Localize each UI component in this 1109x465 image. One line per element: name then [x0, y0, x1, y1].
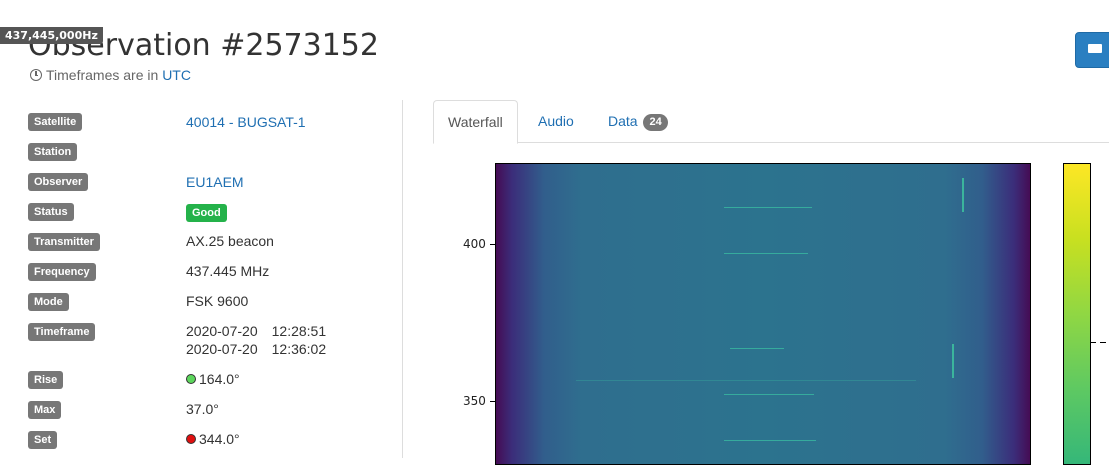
timezone-prefix: Timeframes are in	[46, 67, 159, 83]
data-count-badge: 24	[643, 114, 668, 131]
label-timeframe: Timeframe	[28, 323, 96, 341]
signal-streak	[724, 253, 808, 254]
satellite-link[interactable]: 40014 - BUGSAT-1	[186, 114, 306, 130]
waterfall-image[interactable]	[495, 163, 1031, 465]
waterfall-colorbar	[1063, 163, 1091, 465]
panel-divider	[402, 100, 403, 458]
tab-data-label: Data	[608, 113, 638, 129]
timezone-note: Timeframes are in UTC	[30, 67, 191, 83]
frequency-value: 437.445 MHz	[186, 263, 270, 279]
y-tick-label: 350	[463, 394, 486, 408]
timeframe-start-date: 2020-07-20	[186, 323, 258, 339]
frequency-tooltip: 437,445,000Hz	[0, 27, 103, 44]
timeframe-end-date: 2020-07-20	[186, 341, 258, 357]
observation-tabs: Waterfall Audio Data 24	[433, 100, 1109, 144]
label-max: Max	[28, 401, 62, 419]
rise-dot-icon	[186, 374, 196, 384]
set-dot-icon	[186, 434, 196, 444]
chat-icon	[1088, 44, 1102, 53]
signal-streak	[576, 380, 916, 381]
discuss-button[interactable]	[1075, 32, 1109, 68]
colorbar-tick	[1090, 342, 1096, 343]
label-observer: Observer	[28, 173, 89, 191]
timeframe-end-time: 12:36:02	[271, 341, 327, 357]
timeframe-start-time: 12:28:51	[271, 323, 327, 339]
label-station: Station	[28, 143, 78, 161]
clock-icon	[30, 69, 42, 81]
waterfall-panel: 400 350	[433, 143, 1109, 465]
observer-link[interactable]: EU1AEM	[186, 174, 244, 190]
signal-streak	[730, 348, 784, 349]
max-value: 37.0°	[186, 401, 219, 417]
tab-data[interactable]: Data 24	[594, 100, 682, 141]
signal-streak	[952, 344, 954, 378]
label-rise: Rise	[28, 371, 64, 389]
label-frequency: Frequency	[28, 263, 96, 281]
y-tick-label: 400	[463, 237, 486, 251]
tab-waterfall[interactable]: Waterfall	[433, 100, 518, 144]
timezone-link[interactable]: UTC	[162, 67, 191, 83]
signal-streak	[724, 440, 816, 441]
mode-value: FSK 9600	[186, 293, 249, 309]
label-status: Status	[28, 203, 74, 221]
signal-streak	[724, 207, 812, 208]
label-transmitter: Transmitter	[28, 233, 100, 251]
tab-audio[interactable]: Audio	[524, 100, 588, 141]
colorbar-tick	[1100, 342, 1106, 343]
set-value: 344.0°	[199, 431, 240, 447]
timeframe-value: 2020-07-20 12:28:51 2020-07-20 12:36:02	[186, 322, 326, 358]
rise-value: 164.0°	[199, 371, 240, 387]
label-satellite: Satellite	[28, 113, 83, 131]
status-badge: Good	[186, 204, 227, 222]
label-set: Set	[28, 431, 58, 449]
transmitter-value: AX.25 beacon	[186, 233, 274, 249]
label-mode: Mode	[28, 293, 69, 311]
signal-streak	[962, 178, 964, 212]
signal-streak	[724, 394, 814, 395]
